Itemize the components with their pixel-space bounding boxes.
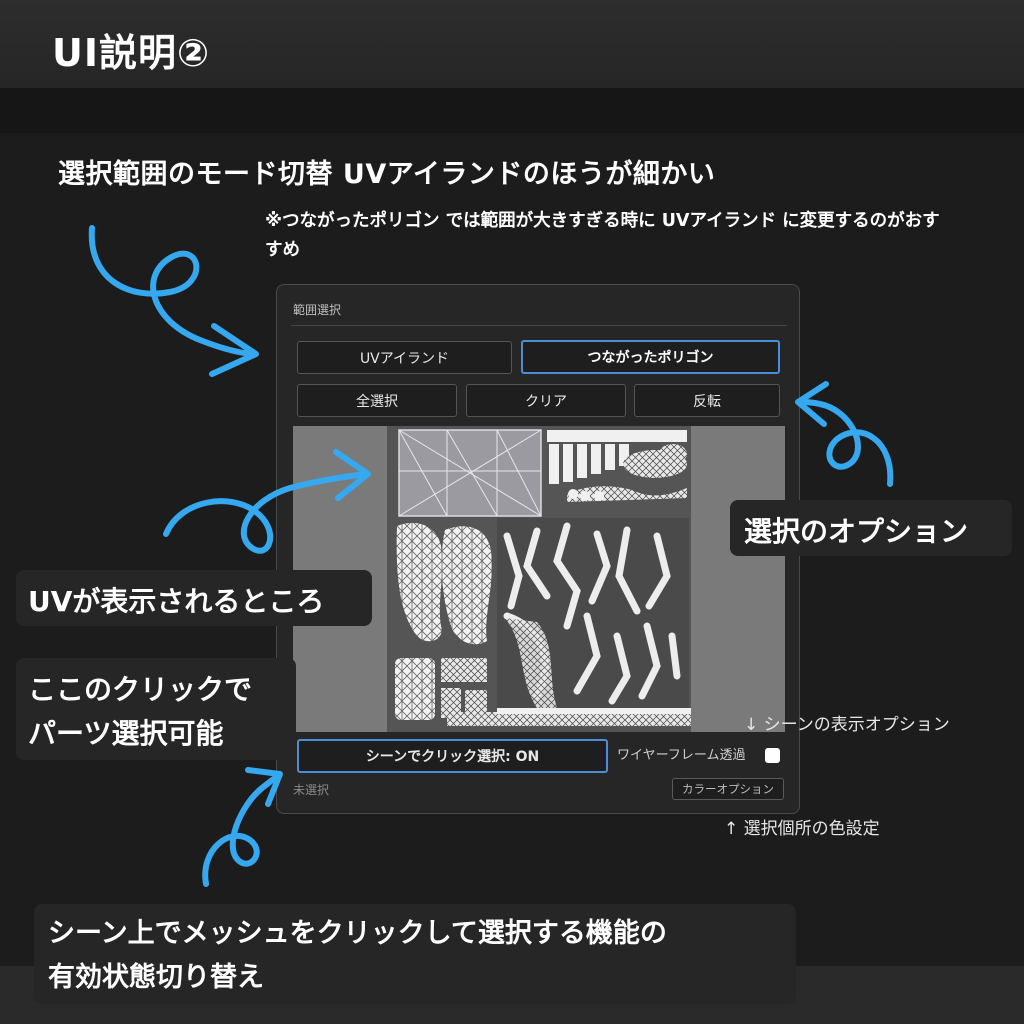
annotation-arrows: [88, 225, 894, 887]
arrow-icon: [163, 449, 371, 554]
arrow-icon: [88, 225, 259, 377]
arrow-icon: [795, 381, 894, 487]
arrow-icon: [202, 767, 283, 887]
